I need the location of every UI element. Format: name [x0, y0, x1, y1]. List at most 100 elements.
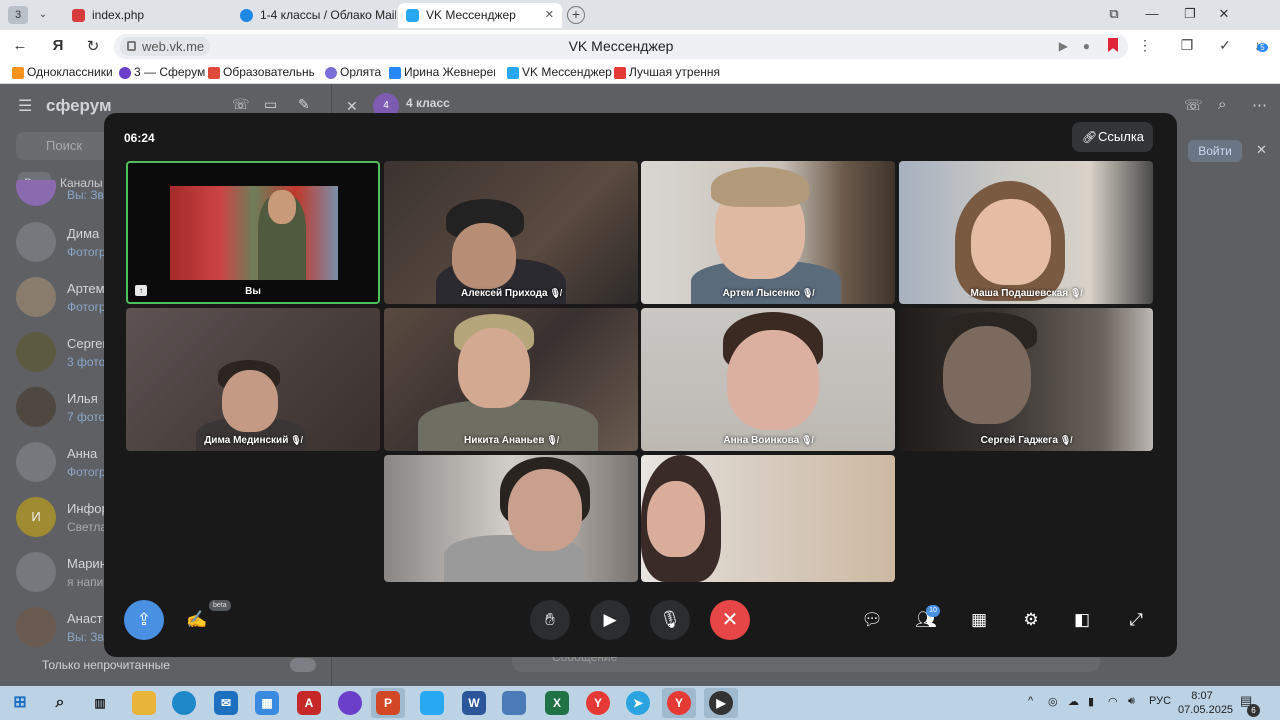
bookmark-label: Ирина Жевнерев — [404, 65, 495, 79]
microphone-permission-icon[interactable]: ● — [1083, 39, 1090, 53]
participant-tile[interactable]: Сергей Гаджега 🎙︎̸ — [899, 308, 1153, 451]
settings-gear-icon[interactable]: ⚙ — [1011, 600, 1051, 640]
yandex-logo-icon[interactable]: Я — [48, 37, 68, 54]
camera-button[interactable]: ▶ — [590, 600, 630, 640]
mic-off-icon: 🎙︎̸ — [549, 288, 561, 298]
copy-link-button[interactable]: 🔗︎ Ссылка — [1072, 122, 1153, 152]
telegram-icon[interactable]: ➤ — [626, 691, 650, 715]
bookmark-vk-messenger[interactable]: VK Мессенджер — [507, 65, 612, 79]
minimize-call-button[interactable]: ◧ — [1062, 600, 1102, 640]
join-button[interactable]: Войти — [1188, 140, 1242, 162]
chat-button[interactable]: 💬︎ — [852, 600, 892, 640]
tray-app-icon[interactable]: ◎ — [1048, 695, 1058, 708]
remote-desktop-icon[interactable] — [502, 691, 526, 715]
unread-only-toggle[interactable] — [290, 658, 316, 672]
bookmark-sferum[interactable]: 3 — Сферум — [119, 65, 205, 79]
battery-icon[interactable]: ▮ — [1088, 695, 1094, 708]
minimize-button[interactable]: — — [1142, 6, 1162, 21]
vk-messenger-app-icon[interactable] — [420, 691, 444, 715]
edge-icon[interactable] — [172, 691, 196, 715]
yandex-browser-active-icon[interactable]: Y — [667, 691, 691, 715]
menu-icon[interactable]: ☰ — [18, 96, 32, 116]
tab-vk-messenger[interactable]: VK Мессенджер ✕ — [398, 3, 562, 28]
nix-favicon-icon — [72, 9, 85, 22]
chevron-down-icon[interactable]: ⌄ — [34, 6, 52, 24]
layout-button[interactable]: ▦ — [959, 600, 999, 640]
microphone-button[interactable]: 🎙︎ — [650, 600, 690, 640]
wifi-icon[interactable]: ◠ — [1108, 695, 1118, 708]
compose-icon[interactable]: ✎ — [298, 96, 310, 113]
mail-icon[interactable]: ✉ — [214, 691, 238, 715]
bookmark-label: VK Мессенджер — [522, 65, 612, 79]
participants-button[interactable]: 👥︎ — [906, 600, 946, 640]
sferum-app-icon[interactable] — [338, 691, 362, 715]
avatar — [16, 387, 56, 427]
participant-tile[interactable]: Никита Ананьев 🎙︎̸ — [384, 308, 638, 451]
menu-dots-icon[interactable]: ⋮ — [1134, 37, 1156, 54]
url-field[interactable]: web.vk.me VK Мессенджер ▶ ● — [114, 34, 1128, 59]
participant-name-text: Артем Лысенко — [722, 288, 800, 299]
participant-tile[interactable]: Анна Воинкова 🎙︎̸ — [641, 308, 895, 451]
participant-tile[interactable] — [384, 455, 638, 582]
tab-manager-icon[interactable]: ⧉ — [1104, 6, 1124, 22]
bookmark-education[interactable]: Образовательны — [208, 65, 314, 79]
media-player-icon[interactable]: ▶ — [709, 691, 733, 715]
bookmark-morning[interactable]: Лучшая утренняя — [614, 65, 720, 79]
participant-tile-self[interactable]: ↑ Вы — [126, 161, 380, 304]
tab-counter[interactable]: 3 — [8, 6, 28, 24]
word-icon[interactable]: W — [462, 691, 486, 715]
bookmark-label: Образовательны — [223, 65, 314, 79]
raise-hand-button[interactable]: ✋︎ — [530, 600, 570, 640]
participant-tile[interactable]: Алексей Приходa 🎙︎̸ — [384, 161, 638, 304]
volume-icon[interactable]: 🔊︎ — [1128, 695, 1135, 708]
search-icon[interactable]: ⌕ — [48, 691, 72, 715]
new-tab-button[interactable]: + — [567, 6, 585, 24]
windows-start-icon[interactable]: ⊞ — [8, 691, 32, 715]
participant-tile[interactable]: Артем Лысенко 🎙︎̸ — [641, 161, 895, 304]
acrobat-icon[interactable]: A — [297, 691, 321, 715]
participant-name: Анна Воинкова 🎙︎̸ — [641, 435, 895, 446]
bookmark-orlyata[interactable]: Орлята — [325, 65, 381, 79]
search-icon[interactable]: ⌕ — [1218, 96, 1226, 113]
avatar — [16, 607, 56, 647]
collections-icon[interactable]: ❐ — [1176, 37, 1198, 54]
bookmark-irina[interactable]: Ирина Жевнерев — [389, 65, 495, 79]
end-call-button[interactable]: ✕ — [710, 600, 750, 640]
restore-button[interactable]: ❐ — [1180, 6, 1200, 22]
onedrive-icon[interactable]: ☁ — [1068, 695, 1079, 708]
play-icon — [614, 67, 626, 79]
store-icon[interactable]: ▦ — [255, 691, 279, 715]
bookmark-label: Орлята — [340, 65, 382, 79]
input-language[interactable]: РУС — [1149, 695, 1171, 707]
camera-permission-icon[interactable]: ▶ — [1059, 39, 1068, 53]
close-banner-icon[interactable]: ✕ — [1256, 142, 1267, 158]
participant-tile[interactable]: Маша Подашевская 🎙︎̸ — [899, 161, 1153, 304]
powerpoint-icon[interactable]: P — [376, 691, 400, 715]
phone-icon[interactable]: ☏ — [1184, 96, 1203, 114]
call-add-icon[interactable]: ☏ — [232, 96, 250, 113]
profile-icon[interactable]: ✓ — [1214, 37, 1236, 54]
address-bar-row: ← Я ↻ web.vk.me VK Мессенджер ▶ ● ⋮ ❐ ✓ … — [0, 30, 1280, 62]
more-icon[interactable]: ⋯ — [1252, 96, 1267, 114]
excel-icon[interactable]: X — [545, 691, 569, 715]
downloads-icon[interactable]: ↓5 — [1250, 37, 1272, 53]
bookmark-odnoklassniki[interactable]: Одноклассники — [12, 65, 113, 79]
archive-icon[interactable]: ▭ — [264, 96, 277, 113]
close-window-button[interactable]: ✕ — [1214, 6, 1234, 22]
reload-icon[interactable]: ↻ — [83, 37, 103, 55]
participant-name-text: Дима Мединский — [204, 435, 289, 446]
tab-mail-cloud[interactable]: 1-4 классы / Облако Mail — [232, 3, 396, 28]
file-explorer-icon[interactable] — [132, 691, 156, 715]
participant-tile[interactable]: Дима Мединский 🎙︎̸ — [126, 308, 380, 451]
fullscreen-button[interactable]: ⤢ — [1116, 600, 1156, 640]
tab-index-php[interactable]: index.php — [64, 3, 232, 28]
task-view-icon[interactable]: ▥ — [88, 691, 112, 715]
taskbar-clock[interactable]: 8:07 07.05.2025 — [1178, 689, 1233, 717]
chevron-up-icon[interactable]: ^ — [1028, 695, 1033, 707]
bookmark-label: Лучшая утренняя — [629, 65, 720, 79]
close-tab-icon[interactable]: ✕ — [545, 3, 554, 28]
yandex-browser-icon[interactable]: Y — [586, 691, 610, 715]
screen-share-button[interactable]: ⇪ — [124, 600, 164, 640]
back-arrow-icon[interactable]: ← — [10, 37, 30, 54]
participant-tile[interactable] — [641, 455, 895, 582]
